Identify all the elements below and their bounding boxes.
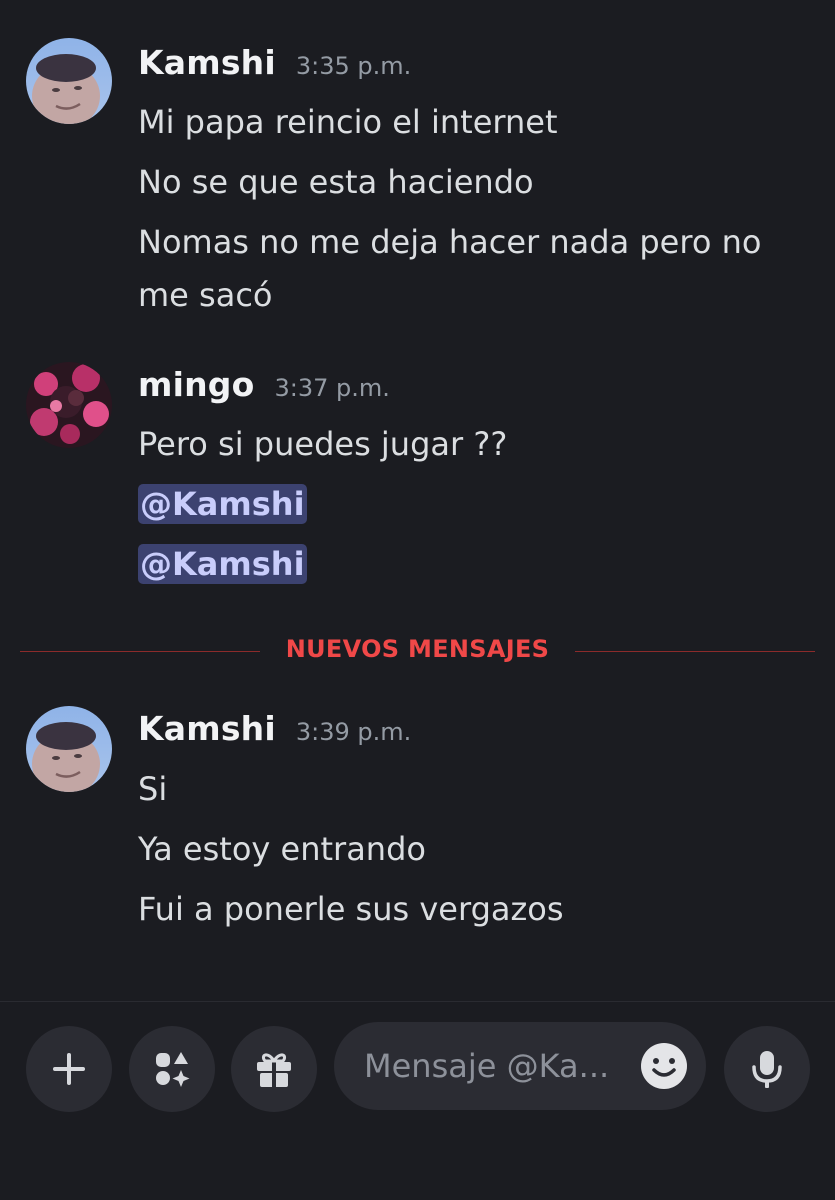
gift-button[interactable]	[231, 1026, 317, 1112]
emoji-button[interactable]	[640, 1042, 688, 1090]
composer-bar: Mensaje @Ka...	[0, 1001, 835, 1200]
message-input-placeholder: Mensaje @Ka...	[364, 1047, 610, 1085]
username[interactable]: Kamshi	[138, 43, 276, 82]
timestamp: 3:39 p.m.	[295, 718, 412, 746]
user-mention[interactable]: @Kamshi	[138, 484, 307, 524]
username[interactable]: Kamshi	[138, 709, 276, 748]
message-text: me sacó	[138, 276, 273, 314]
message-text: Ya estoy entrando	[138, 830, 426, 868]
message-header: Kamshi 3:35 p.m.	[138, 43, 411, 93]
new-messages-label: NUEVOS MENSAJES	[285, 635, 550, 663]
message-text: Si	[138, 770, 168, 808]
message-text: No se que esta haciendo	[138, 163, 534, 201]
message-text: Fui a ponerle sus vergazos	[138, 890, 564, 928]
message-text: Nomas no me deja hacer nada pero no	[138, 223, 762, 261]
message-header: Kamshi 3:39 p.m.	[138, 709, 411, 759]
apps-button[interactable]	[129, 1026, 215, 1112]
apps-icon	[156, 1052, 190, 1087]
new-messages-divider: NUEVOS MENSAJES	[20, 632, 815, 672]
mention-line: @Kamshi	[138, 539, 307, 589]
username[interactable]: mingo	[138, 365, 254, 404]
message-header: mingo 3:37 p.m.	[138, 365, 390, 415]
add-attachment-button[interactable]	[26, 1026, 112, 1112]
avatar[interactable]	[26, 706, 112, 792]
timestamp: 3:37 p.m.	[274, 374, 390, 402]
message-text: Pero si puedes jugar ??	[138, 425, 508, 463]
mention-line: @Kamshi	[138, 479, 307, 529]
message-text: Mi papa reincio el internet	[138, 103, 558, 141]
message-list[interactable]: Kamshi 3:35 p.m. Mi papa reincio el inte…	[0, 0, 835, 1000]
message-input[interactable]: Mensaje @Ka...	[334, 1022, 706, 1110]
gift-icon	[257, 1053, 291, 1087]
avatar[interactable]	[26, 38, 112, 124]
user-mention[interactable]: @Kamshi	[138, 544, 307, 584]
dm-chat-screen: Kamshi 3:35 p.m. Mi papa reincio el inte…	[0, 0, 835, 1200]
plus-icon	[53, 1053, 85, 1085]
timestamp: 3:35 p.m.	[295, 52, 412, 80]
emoji-icon	[641, 1043, 687, 1089]
avatar[interactable]	[26, 362, 112, 448]
voice-message-button[interactable]	[724, 1026, 810, 1112]
microphone-icon	[752, 1051, 782, 1088]
